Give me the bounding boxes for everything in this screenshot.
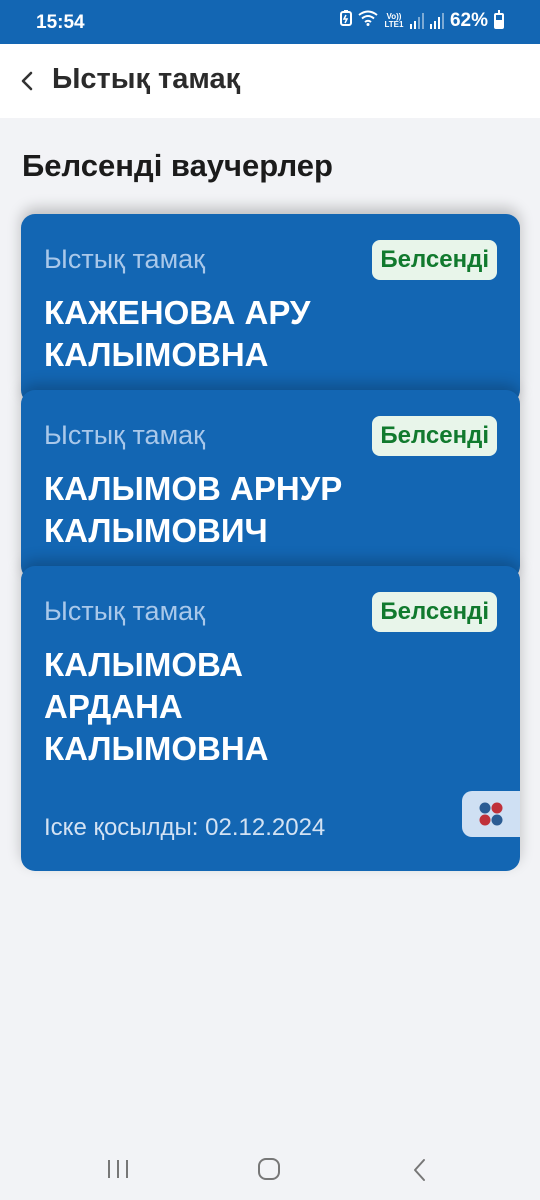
- voucher-type: Ыстық тамақ: [44, 420, 205, 450]
- status-bar: 15:54 Vo)) LTE1 62%: [0, 0, 540, 44]
- home-icon[interactable]: [257, 1158, 281, 1185]
- back-icon[interactable]: [410, 1158, 430, 1187]
- battery-icon: [494, 10, 504, 29]
- section-title: Белсенді ваучерлер: [22, 148, 333, 183]
- wifi-icon: [358, 10, 378, 32]
- voucher-type: Ыстық тамақ: [44, 596, 205, 626]
- voucher-card[interactable]: Ыстық тамақ Белсенді КАЖЕНОВА АРУ КАЛЫМО…: [21, 214, 520, 404]
- app-bar: Ыстық тамақ: [0, 44, 540, 118]
- voucher-type: Ыстық тамақ: [44, 244, 205, 274]
- activation-date: Іске қосылды: 02.12.2024: [44, 814, 326, 841]
- recents-icon[interactable]: [106, 1158, 130, 1185]
- chevron-left-icon[interactable]: [16, 67, 40, 95]
- system-nav-bar: [0, 1140, 540, 1200]
- signal-1-icon: [409, 13, 424, 29]
- status-icons: Vo)) LTE1 62%: [339, 10, 504, 32]
- status-badge: Белсенді: [372, 416, 497, 456]
- voucher-card[interactable]: Ыстық тамақ Белсенді КАЛЫМОВ АРНУР КАЛЫМ…: [21, 390, 520, 580]
- status-time: 15:54: [36, 12, 85, 33]
- holder-name: КАЛЫМОВА АРДАНА КАЛЫМОВНА: [44, 646, 269, 767]
- holder-name: КАЛЫМОВ АРНУР КАЛЫМОВИЧ: [44, 470, 343, 549]
- status-badge: Белсенді: [372, 592, 497, 632]
- four-dots-icon: [478, 801, 504, 827]
- voucher-card[interactable]: Ыстық тамақ Белсенді КАЛЫМОВА АРДАНА КАЛ…: [21, 566, 520, 871]
- signal-2-icon: [429, 13, 444, 29]
- status-badge: Белсенді: [372, 240, 497, 280]
- holder-name: КАЖЕНОВА АРУ КАЛЫМОВНА: [44, 294, 311, 373]
- floating-menu-button[interactable]: [462, 791, 520, 837]
- volte-label: Vo)) LTE1: [384, 12, 404, 29]
- battery-percent: 62%: [449, 10, 488, 31]
- battery-saver-icon: [339, 10, 352, 32]
- page-title: Ыстық тамақ: [52, 63, 241, 95]
